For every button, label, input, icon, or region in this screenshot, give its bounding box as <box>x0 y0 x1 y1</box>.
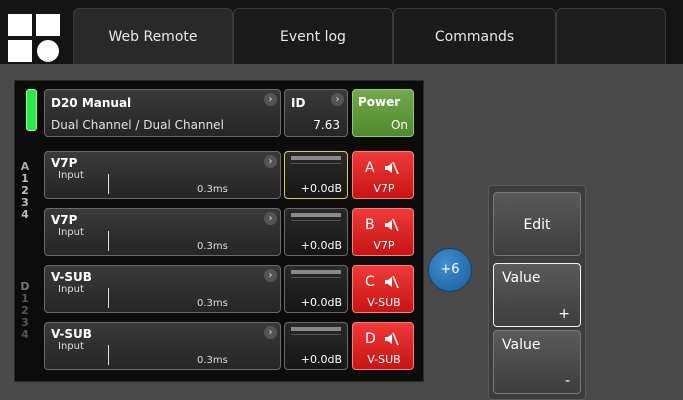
value-up-button[interactable]: Value + <box>493 263 581 327</box>
speaker-muted-icon <box>385 332 399 346</box>
channel-card[interactable]: V7P Input 0.3ms › <box>44 208 281 256</box>
power-state: On <box>390 118 408 132</box>
gain-value: +0.0dB <box>300 296 342 309</box>
mute-button[interactable]: B V7P <box>352 208 414 256</box>
level-meter-line <box>291 220 341 221</box>
id-value: 7.63 <box>313 118 340 132</box>
gain-value: +0.0dB <box>300 239 342 252</box>
level-meter <box>291 270 341 274</box>
chevron-right-icon: › <box>264 326 277 339</box>
channel-input: Input <box>58 170 84 181</box>
gain-control[interactable]: +0.0dB <box>284 151 348 199</box>
level-meter <box>291 156 341 160</box>
mute-button[interactable]: C V-SUB <box>352 265 414 313</box>
increment-badge[interactable]: +6 <box>428 248 472 292</box>
channel-input: Input <box>58 284 84 295</box>
channel-letter: D <box>365 331 376 347</box>
chevron-right-icon: › <box>331 93 344 106</box>
power-button[interactable]: Power On <box>352 89 414 137</box>
level-meter-line <box>291 334 341 335</box>
device-name: D20 Manual <box>51 96 132 110</box>
channel-card[interactable]: V-SUB Input 0.3ms › <box>44 265 281 313</box>
device-panel: D20 Manual Dual Channel / Dual Channel ›… <box>14 80 424 382</box>
gain-control[interactable]: +0.0dB <box>284 208 348 256</box>
level-meter-line <box>291 277 341 278</box>
speaker-muted-icon <box>385 275 399 289</box>
gain-value: +0.0dB <box>300 353 342 366</box>
gain-control[interactable]: +0.0dB <box>284 322 348 370</box>
device-mode: Dual Channel / Dual Channel <box>51 118 224 132</box>
power-label: Power <box>358 95 401 109</box>
id-label: ID <box>291 96 306 110</box>
level-meter <box>291 327 341 331</box>
tab-event-log[interactable]: Event log <box>233 8 393 64</box>
channel-delay: 0.3ms <box>197 298 228 309</box>
channel-name: V7P <box>51 213 78 227</box>
chevron-right-icon: › <box>264 212 277 225</box>
channel-letter: B <box>365 217 375 233</box>
gain-value: +0.0dB <box>300 182 342 195</box>
channel-name: V7P <box>51 156 78 170</box>
channel-letter: C <box>365 274 375 290</box>
channel-input: Input <box>58 227 84 238</box>
value-down-label: Value <box>502 337 541 353</box>
plus-sign: + <box>558 306 570 322</box>
value-control-panel: Edit Value + Value - <box>488 185 586 400</box>
mute-channel-name: V-SUB <box>367 353 401 366</box>
level-meter <box>291 213 341 217</box>
input-bar <box>108 174 109 194</box>
channel-name: V-SUB <box>51 270 92 284</box>
value-up-label: Value <box>502 270 541 286</box>
tab-commands[interactable]: Commands <box>393 8 556 64</box>
mute-button[interactable]: D V-SUB <box>352 322 414 370</box>
channel-delay: 0.3ms <box>197 355 228 366</box>
minus-sign: - <box>564 373 570 389</box>
channel-row-b: V7P Input 0.3ms › +0.0dB B V7P <box>15 205 425 259</box>
tab-web-remote[interactable]: Web Remote <box>73 8 233 64</box>
input-bar <box>108 288 109 308</box>
app-logo <box>8 14 60 62</box>
channel-delay: 0.3ms <box>197 184 228 195</box>
edit-button[interactable]: Edit <box>493 192 581 256</box>
device-name-card[interactable]: D20 Manual Dual Channel / Dual Channel › <box>44 89 281 137</box>
mute-channel-name: V7P <box>373 239 395 252</box>
chevron-right-icon: › <box>264 155 277 168</box>
channel-input: Input <box>58 341 84 352</box>
status-led <box>26 89 37 131</box>
channel-row-c: V-SUB Input 0.3ms › +0.0dB C V-SUB <box>15 262 425 316</box>
chevron-right-icon: › <box>264 93 277 106</box>
main-content: D20 Manual Dual Channel / Dual Channel ›… <box>0 64 683 400</box>
speaker-muted-icon <box>385 161 399 175</box>
mute-channel-name: V-SUB <box>367 296 401 309</box>
tab-spacer <box>556 8 666 64</box>
channel-card[interactable]: V-SUB Input 0.3ms › <box>44 322 281 370</box>
channel-delay: 0.3ms <box>197 241 228 252</box>
value-down-button[interactable]: Value - <box>493 330 581 394</box>
speaker-muted-icon <box>385 218 399 232</box>
device-id-card[interactable]: ID 7.63 › <box>284 89 348 137</box>
mute-button[interactable]: A V7P <box>352 151 414 199</box>
channel-row-d: V-SUB Input 0.3ms › +0.0dB D V-SUB <box>15 319 425 373</box>
channel-row-a: V7P Input 0.3ms › +0.0dB A V7P <box>15 148 425 202</box>
channel-card[interactable]: V7P Input 0.3ms › <box>44 151 281 199</box>
top-bar: Web Remote Event log Commands <box>0 0 683 64</box>
input-bar <box>108 231 109 251</box>
level-meter-line <box>291 163 341 164</box>
gain-control[interactable]: +0.0dB <box>284 265 348 313</box>
channel-letter: A <box>365 160 375 176</box>
chevron-right-icon: › <box>264 269 277 282</box>
mute-channel-name: V7P <box>373 182 395 195</box>
input-bar <box>108 345 109 365</box>
channel-name: V-SUB <box>51 327 92 341</box>
